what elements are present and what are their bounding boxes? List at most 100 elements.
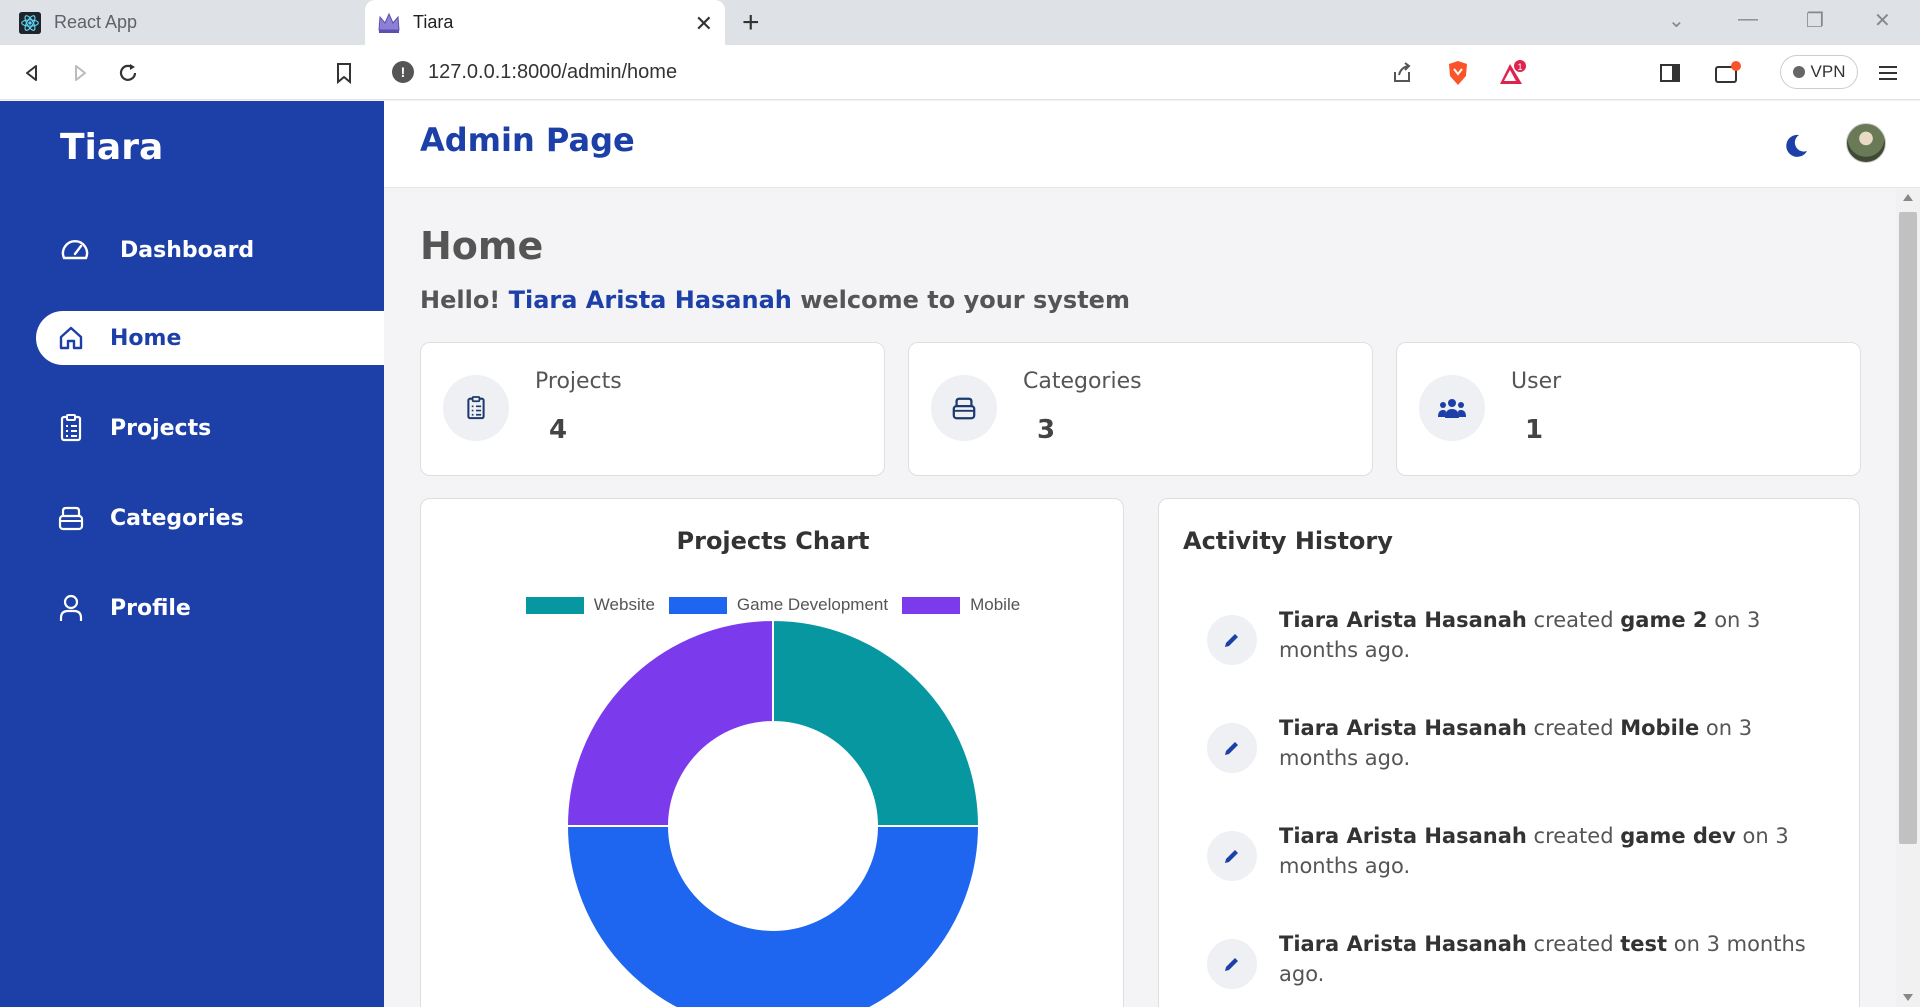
back-icon[interactable] bbox=[18, 59, 46, 87]
box-icon bbox=[56, 503, 86, 533]
sidebar-item-home[interactable]: Home bbox=[36, 311, 384, 365]
stat-label: Projects bbox=[535, 369, 622, 394]
wallet-icon[interactable] bbox=[1714, 59, 1742, 87]
scroll-up-icon[interactable] bbox=[1903, 194, 1913, 201]
legend-item[interactable]: Game Development bbox=[668, 595, 888, 615]
avatar[interactable] bbox=[1846, 123, 1886, 163]
sidebar-item-label: Projects bbox=[110, 415, 212, 441]
stat-value: 1 bbox=[1525, 415, 1544, 445]
vpn-button[interactable]: VPN bbox=[1780, 55, 1858, 89]
legend-label: Website bbox=[593, 595, 655, 614]
vpn-label: VPN bbox=[1810, 62, 1846, 81]
pencil-icon bbox=[1207, 831, 1257, 881]
greeting-suffix: welcome to your system bbox=[800, 286, 1130, 314]
activity-text: Tiara Arista Hasanah created Mobile on 3… bbox=[1279, 713, 1819, 773]
list-item: Tiara Arista Hasanah created Mobile on 3… bbox=[1207, 713, 1807, 803]
activity-item: game dev bbox=[1620, 824, 1736, 848]
minimize-icon[interactable]: — bbox=[1738, 8, 1758, 31]
home-icon bbox=[56, 323, 86, 353]
legend-swatch bbox=[902, 596, 961, 614]
share-icon[interactable] bbox=[1388, 59, 1416, 87]
stat-value: 4 bbox=[549, 415, 568, 445]
activity-item: test bbox=[1620, 932, 1668, 956]
greeting-name: Tiara Arista Hasanah bbox=[508, 286, 792, 314]
close-tab-icon[interactable]: ✕ bbox=[695, 11, 713, 37]
new-tab-button[interactable]: + bbox=[742, 6, 760, 40]
brave-shield-icon[interactable] bbox=[1444, 59, 1472, 87]
pencil-icon bbox=[1207, 723, 1257, 773]
url-text: 127.0.0.1:8000/admin/home bbox=[428, 60, 678, 83]
list-item: Tiara Arista Hasanah created game 2 on 3… bbox=[1207, 605, 1807, 695]
donut-slice-website[interactable] bbox=[772, 619, 980, 827]
chart-legend: Website Game Development Mobile bbox=[421, 595, 1125, 615]
crown-icon bbox=[377, 11, 401, 35]
react-icon bbox=[18, 11, 42, 35]
projects-donut-chart bbox=[566, 619, 980, 1007]
list-item: Tiara Arista Hasanah created game dev on… bbox=[1207, 821, 1807, 911]
sidebar-item-dashboard[interactable]: Dashboard bbox=[36, 223, 384, 277]
brave-rewards-icon[interactable]: 1 bbox=[1498, 59, 1526, 87]
activity-action: created bbox=[1533, 932, 1614, 956]
browser-toolbar: ! 127.0.0.1:8000/admin/home 1 VPN bbox=[0, 45, 1920, 100]
activity-text: Tiara Arista Hasanah created game 2 on 3… bbox=[1279, 605, 1819, 665]
activity-user: Tiara Arista Hasanah bbox=[1279, 608, 1527, 632]
sidebar-item-projects[interactable]: Projects bbox=[36, 401, 384, 455]
address-bar[interactable]: ! 127.0.0.1:8000/admin/home bbox=[377, 52, 1537, 92]
bookmark-icon[interactable] bbox=[330, 59, 358, 87]
sidebar-toggle-icon[interactable] bbox=[1656, 59, 1684, 87]
page-title: Admin Page bbox=[420, 121, 635, 159]
dark-mode-toggle-icon[interactable] bbox=[1780, 131, 1810, 161]
stat-label: User bbox=[1511, 369, 1562, 394]
sidebar-item-label: Profile bbox=[110, 595, 191, 621]
sidebar: Tiara Dashboard Home Projects Categories… bbox=[0, 101, 384, 1007]
site-info-icon[interactable]: ! bbox=[392, 61, 414, 83]
activity-action: created bbox=[1533, 824, 1614, 848]
box-icon bbox=[931, 375, 997, 441]
pencil-icon bbox=[1207, 615, 1257, 665]
stat-card-user: User 1 bbox=[1396, 342, 1861, 476]
activity-text: Tiara Arista Hasanah created game dev on… bbox=[1279, 821, 1819, 881]
activity-user: Tiara Arista Hasanah bbox=[1279, 824, 1527, 848]
activity-user: Tiara Arista Hasanah bbox=[1279, 932, 1527, 956]
legend-item[interactable]: Mobile bbox=[902, 595, 1020, 615]
sidebar-item-label: Categories bbox=[110, 505, 244, 531]
reload-icon[interactable] bbox=[114, 59, 142, 87]
legend-swatch bbox=[525, 596, 584, 614]
activity-user: Tiara Arista Hasanah bbox=[1279, 716, 1527, 740]
window-close-icon[interactable]: ✕ bbox=[1874, 8, 1891, 33]
users-icon bbox=[1419, 375, 1485, 441]
main-content: Home Hello! Tiara Arista Hasanah welcome… bbox=[384, 188, 1896, 1007]
user-icon bbox=[56, 593, 86, 623]
stat-label: Categories bbox=[1023, 369, 1142, 394]
brand-logo[interactable]: Tiara bbox=[60, 127, 163, 168]
donut-slice-game-development[interactable] bbox=[566, 825, 980, 1007]
activity-item: game 2 bbox=[1620, 608, 1708, 632]
sidebar-item-categories[interactable]: Categories bbox=[36, 491, 384, 545]
browser-tab-bar: React App Tiara ✕ + ⌄ — ❐ ✕ bbox=[0, 0, 1920, 45]
gauge-icon bbox=[60, 235, 90, 265]
activity-title: Activity History bbox=[1183, 527, 1393, 555]
activity-action: created bbox=[1533, 608, 1614, 632]
sidebar-item-label: Dashboard bbox=[120, 237, 255, 263]
legend-item[interactable]: Website bbox=[525, 595, 655, 615]
stat-card-categories: Categories 3 bbox=[908, 342, 1373, 476]
activity-action: created bbox=[1533, 716, 1614, 740]
activity-history-panel: Activity History Tiara Arista Hasanah cr… bbox=[1158, 498, 1860, 1007]
tab-tiara[interactable]: Tiara ✕ bbox=[365, 0, 725, 45]
forward-icon[interactable] bbox=[66, 59, 94, 87]
scrollbar-thumb[interactable] bbox=[1899, 212, 1917, 844]
donut-slice-mobile[interactable] bbox=[566, 619, 774, 827]
tab-react-app[interactable]: React App bbox=[0, 0, 363, 45]
menu-icon[interactable] bbox=[1874, 59, 1902, 87]
scroll-down-icon[interactable] bbox=[1903, 994, 1913, 1001]
tab-title: React App bbox=[54, 12, 138, 32]
page-scrollbar[interactable] bbox=[1896, 188, 1920, 1007]
stat-card-projects: Projects 4 bbox=[420, 342, 885, 476]
sidebar-item-profile[interactable]: Profile bbox=[36, 581, 384, 635]
list-item: Tiara Arista Hasanah created test on 3 m… bbox=[1207, 929, 1807, 1007]
clipboard-icon bbox=[56, 413, 86, 443]
legend-swatch bbox=[668, 596, 727, 614]
restore-icon[interactable]: ❐ bbox=[1806, 8, 1824, 33]
vpn-status-icon bbox=[1792, 66, 1805, 78]
tab-search-icon[interactable]: ⌄ bbox=[1668, 8, 1685, 33]
